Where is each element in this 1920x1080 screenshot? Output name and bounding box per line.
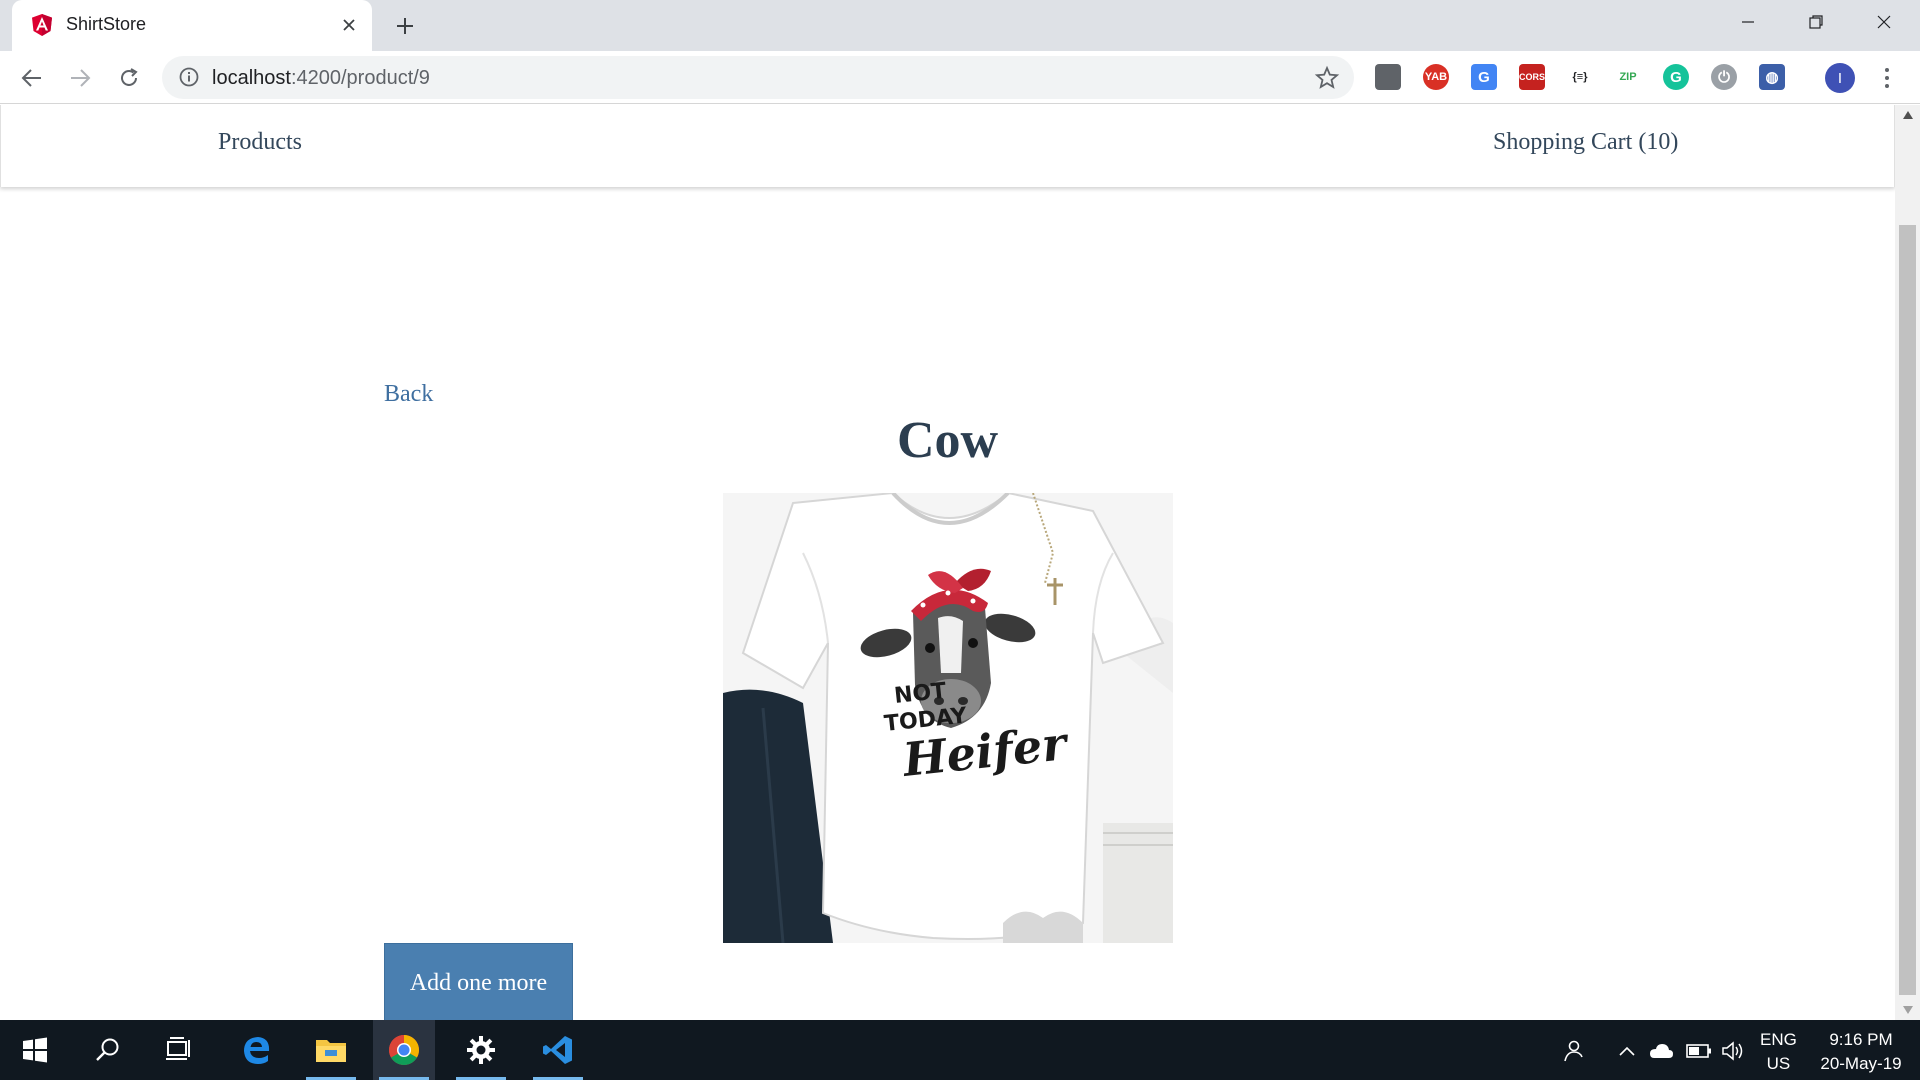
file-explorer-icon[interactable] <box>300 1020 362 1080</box>
cow-shirt-illustration: NOT TODAY Heifer <box>723 493 1173 943</box>
nav-products-link[interactable]: Products <box>218 129 302 156</box>
minimize-icon[interactable] <box>1714 0 1782 44</box>
site-navbar: Products Shopping Cart (10) <box>0 105 1895 187</box>
ext-json-icon[interactable]: {≡} <box>1567 64 1593 90</box>
edge-browser-icon[interactable] <box>226 1020 288 1080</box>
restore-icon[interactable] <box>1782 0 1850 44</box>
settings-gear-icon[interactable] <box>450 1020 512 1080</box>
lang-top: ENG <box>1760 1030 1797 1049</box>
ext-cors-icon[interactable]: CORS <box>1519 64 1545 90</box>
angular-favicon-icon <box>32 14 52 36</box>
ext-power-icon[interactable]: ⏻ <box>1711 64 1737 90</box>
browser-tab[interactable]: ShirtStore <box>12 0 372 51</box>
ext-globe-icon[interactable]: ◍ <box>1759 64 1785 90</box>
ext-google-translate-icon[interactable]: G <box>1471 64 1497 90</box>
profile-avatar[interactable]: I <box>1825 63 1855 93</box>
close-window-icon[interactable] <box>1850 0 1918 44</box>
forward-arrow-icon[interactable] <box>63 61 97 95</box>
bookmark-star-icon[interactable] <box>1314 65 1340 91</box>
page-scrollbar[interactable] <box>1895 105 1920 1020</box>
ext-yab-icon[interactable]: YAB <box>1423 64 1449 90</box>
tab-title: ShirtStore <box>66 14 147 34</box>
chrome-browser-icon[interactable] <box>373 1020 435 1080</box>
browser-menu-icon[interactable] <box>1876 63 1898 93</box>
windows-taskbar: ENG US 9:16 PM 20-May-19 <box>0 1020 1920 1080</box>
info-icon[interactable] <box>178 66 200 88</box>
tab-close-icon[interactable] <box>336 12 362 38</box>
browser-tabstrip: ShirtStore <box>0 0 1920 51</box>
clock-time: 9:16 PM <box>1829 1030 1893 1049</box>
url-text[interactable]: localhost:4200/product/9 <box>212 67 430 90</box>
ext-zip-icon[interactable]: ZIP <box>1615 64 1641 90</box>
lang-bottom: US <box>1766 1054 1791 1073</box>
battery-icon[interactable] <box>1686 1038 1712 1064</box>
vscode-icon[interactable] <box>527 1020 589 1080</box>
scroll-down-arrow-icon[interactable] <box>1895 1000 1920 1020</box>
page-viewport: Products Shopping Cart (10) Back Cow NOT… <box>0 105 1920 1020</box>
scrollbar-thumb[interactable] <box>1899 225 1916 995</box>
nav-shopping-cart-link[interactable]: Shopping Cart (10) <box>1493 129 1678 156</box>
show-hidden-icons-chevron-icon[interactable] <box>1614 1038 1640 1064</box>
task-view-icon[interactable] <box>148 1020 210 1080</box>
system-clock[interactable]: 9:16 PM 20-May-19 <box>1812 1028 1910 1076</box>
scroll-up-arrow-icon[interactable] <box>1895 105 1920 125</box>
product-image: NOT TODAY Heifer <box>723 493 1173 943</box>
clock-date: 20-May-19 <box>1820 1054 1902 1073</box>
onedrive-cloud-icon[interactable] <box>1648 1038 1674 1064</box>
url-path: :4200/product/9 <box>290 67 430 89</box>
browser-toolbar: localhost:4200/product/9 YAB G CORS {≡} ZIP G… <box>0 51 1920 104</box>
windows-start-icon[interactable] <box>4 1020 66 1080</box>
back-arrow-icon[interactable] <box>15 61 49 95</box>
ext-grammarly-icon[interactable]: G <box>1663 64 1689 90</box>
people-icon[interactable] <box>1560 1038 1586 1064</box>
product-title: Cow <box>896 412 999 469</box>
address-bar[interactable]: localhost:4200/product/9 <box>162 56 1354 99</box>
search-icon[interactable] <box>77 1020 139 1080</box>
ext-dark-icon[interactable] <box>1375 64 1401 90</box>
add-one-more-button[interactable]: Add one more <box>384 943 573 1020</box>
back-link[interactable]: Back <box>384 381 433 408</box>
url-host: localhost <box>212 67 291 89</box>
reload-icon[interactable] <box>112 61 146 95</box>
new-tab-icon[interactable] <box>390 11 420 41</box>
input-language-indicator[interactable]: ENG US <box>1760 1028 1797 1076</box>
volume-speaker-icon[interactable] <box>1720 1038 1746 1064</box>
